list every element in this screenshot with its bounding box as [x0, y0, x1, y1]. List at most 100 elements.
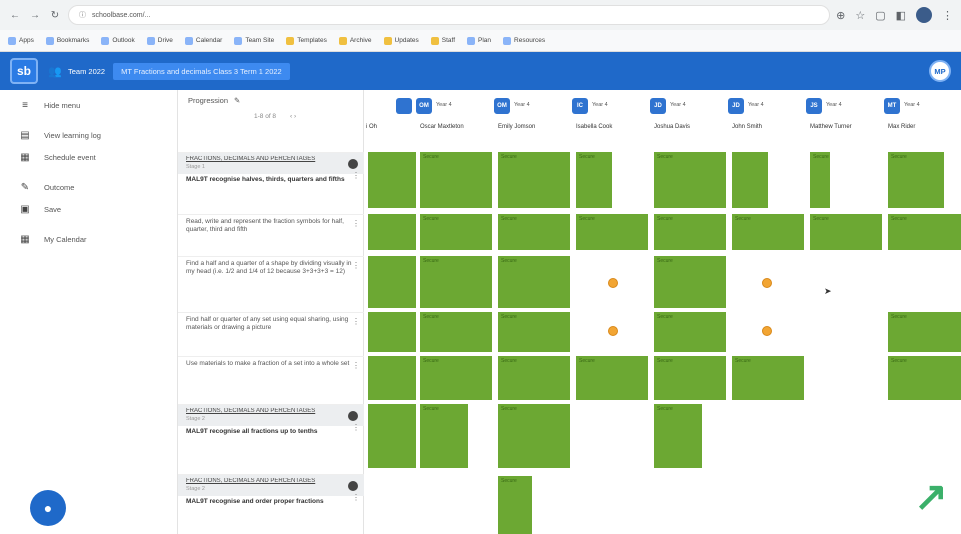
more-icon[interactable]: ⋮ [352, 493, 360, 503]
assessment-cell[interactable]: Secure [654, 152, 726, 208]
student-header[interactable]: OM Year 4 Oscar Maxtleton [416, 90, 494, 152]
assessment-cell[interactable]: Secure [654, 214, 726, 250]
assessment-cell[interactable]: Secure [732, 356, 804, 400]
bookmark-item[interactable]: Apps [8, 36, 34, 45]
class-selector[interactable]: MT Fractions and decimals Class 3 Term 1… [113, 62, 290, 80]
progress-emoji-icon[interactable] [762, 326, 772, 336]
assessment-cell[interactable]: Secure [888, 152, 944, 208]
student-header[interactable]: MT Year 4 Max Rider [884, 90, 961, 152]
assessment-cell[interactable]: Secure [576, 152, 612, 208]
outcome-row[interactable]: Use materials to make a fraction of a se… [178, 356, 364, 404]
assessment-cell[interactable]: Secure [810, 152, 830, 208]
assessment-cell[interactable]: Secure [654, 356, 726, 400]
chat-button[interactable]: ● [30, 490, 66, 526]
profile-avatar[interactable] [916, 7, 932, 23]
more-icon[interactable]: ⋮ [352, 423, 360, 433]
more-icon[interactable]: ⋮ [352, 219, 360, 229]
bookmark-item[interactable]: Team Site [234, 36, 274, 45]
assessment-cell[interactable]: Secure [420, 312, 492, 352]
more-icon[interactable]: ⋮ [352, 317, 360, 327]
outcome-row[interactable]: FRACTIONS, DECIMALS AND PERCENTAGES Stag… [178, 152, 364, 204]
window-icon[interactable]: ▢ [875, 9, 885, 22]
back-icon[interactable]: ← [8, 8, 22, 22]
outcome-row[interactable]: FRACTIONS, DECIMALS AND PERCENTAGES Stag… [178, 404, 364, 464]
assessment-cell[interactable] [368, 152, 416, 208]
assessment-cell[interactable]: Secure [576, 214, 648, 250]
zoom-icon[interactable]: ⊕ [836, 9, 845, 22]
assessment-cell[interactable] [368, 312, 416, 352]
team-label[interactable]: Team 2022 [68, 67, 105, 76]
bookmark-folder[interactable]: Staff [430, 36, 455, 45]
bookmark-item[interactable]: Drive [146, 36, 173, 45]
student-header[interactable]: JD Year 4 Joshua Davis [650, 90, 728, 152]
sidebar-item-outcome[interactable]: ✎ Outcome [0, 176, 177, 198]
bookmark-item[interactable]: Resources [503, 36, 545, 45]
assessment-cell[interactable]: Secure [498, 256, 570, 308]
outcome-row[interactable]: Read, write and represent the fraction s… [178, 214, 364, 256]
assessment-cell[interactable]: Secure [810, 214, 882, 250]
assessment-cell[interactable]: Secure [654, 312, 726, 352]
sidebar-item-schedule-event[interactable]: ▦ Schedule event [0, 146, 177, 168]
assessment-cell[interactable]: Secure [498, 356, 570, 400]
strand-link[interactable]: FRACTIONS, DECIMALS AND PERCENTAGES [186, 156, 351, 164]
progress-emoji-icon[interactable] [608, 278, 618, 288]
forward-icon[interactable]: → [28, 8, 42, 22]
bookmark-item[interactable]: Bookmarks [45, 36, 89, 45]
reload-icon[interactable]: ↻ [48, 8, 62, 22]
assessment-cell[interactable]: Secure [654, 404, 702, 468]
outcome-row[interactable]: Find a half and a quarter of a shape by … [178, 256, 364, 312]
more-icon[interactable]: ⋮ [352, 361, 360, 371]
assessment-cell[interactable] [368, 214, 416, 250]
assessment-cell[interactable]: Secure [654, 256, 726, 308]
assessment-cell[interactable]: Secure [498, 312, 570, 352]
star-icon[interactable]: ☆ [855, 9, 865, 22]
user-avatar[interactable]: MP [929, 60, 951, 82]
bookmark-folder[interactable]: Templates [286, 36, 327, 45]
assessment-cell[interactable]: Secure [576, 356, 648, 400]
bookmark-folder[interactable]: Updates [383, 36, 419, 45]
sidebar-item-learning-log[interactable]: ▤ View learning log [0, 124, 177, 146]
app-logo[interactable]: sb [10, 58, 38, 84]
assessment-cell[interactable]: Secure [888, 312, 961, 352]
assessment-cell[interactable]: Secure [498, 214, 570, 250]
more-icon[interactable]: ⋮ [352, 261, 360, 271]
assessment-cell[interactable] [368, 256, 416, 308]
student-header[interactable]: IC Year 4 Isabella Cook [572, 90, 650, 152]
more-icon[interactable]: ⋮ [942, 9, 953, 22]
sidebar-item-save[interactable]: ▣ Save [0, 198, 177, 220]
assessment-cell[interactable] [732, 152, 768, 208]
bookmark-item[interactable]: Calendar [184, 36, 222, 45]
progress-emoji-icon[interactable] [762, 278, 772, 288]
pagination-arrows[interactable]: ‹ › [290, 113, 296, 120]
extensions-icon[interactable]: ◧ [896, 9, 906, 22]
assessment-cell[interactable] [368, 404, 416, 468]
more-icon[interactable]: ⋮ [352, 171, 360, 181]
assessment-cell[interactable]: Secure [732, 214, 804, 250]
assessment-cell[interactable]: Secure [888, 356, 961, 400]
bookmark-item[interactable]: Outlook [101, 36, 135, 45]
bookmark-item[interactable]: Plan [467, 36, 491, 45]
student-header[interactable]: OM Year 4 Emily Jomson [494, 90, 572, 152]
edit-pencil-icon[interactable]: ✎ [234, 96, 240, 105]
assessment-cell[interactable]: Secure [420, 356, 492, 400]
sidebar-item-hide-menu[interactable]: ≡ Hide menu [0, 94, 177, 116]
assessment-cell[interactable]: Secure [420, 256, 492, 308]
assessment-cell[interactable]: Secure [498, 476, 532, 534]
assessment-cell[interactable]: Secure [420, 214, 492, 250]
assessment-cell[interactable]: Secure [420, 404, 468, 468]
student-header[interactable]: JD Year 4 John Smith [728, 90, 806, 152]
address-bar[interactable]: ⓘ schoolbase.com/... [68, 5, 831, 25]
student-header[interactable]: i Oh [364, 90, 416, 152]
student-header[interactable]: JS Year 4 Matthew Turner [806, 90, 884, 152]
assessment-cell[interactable]: Secure [498, 404, 570, 468]
assessment-cell[interactable]: Secure [498, 152, 570, 208]
progress-emoji-icon[interactable] [608, 326, 618, 336]
info-icon[interactable]: ⓘ [79, 10, 86, 20]
bookmark-folder[interactable]: Archive [338, 36, 372, 45]
assessment-cell[interactable]: Secure [420, 152, 492, 208]
strand-link[interactable]: FRACTIONS, DECIMALS AND PERCENTAGES [186, 478, 351, 486]
outcome-row[interactable]: Find half or quarter of any set using eq… [178, 312, 364, 356]
assessment-cell[interactable]: Secure [888, 214, 961, 250]
assessment-cell[interactable] [368, 356, 416, 400]
strand-link[interactable]: FRACTIONS, DECIMALS AND PERCENTAGES [186, 408, 351, 416]
